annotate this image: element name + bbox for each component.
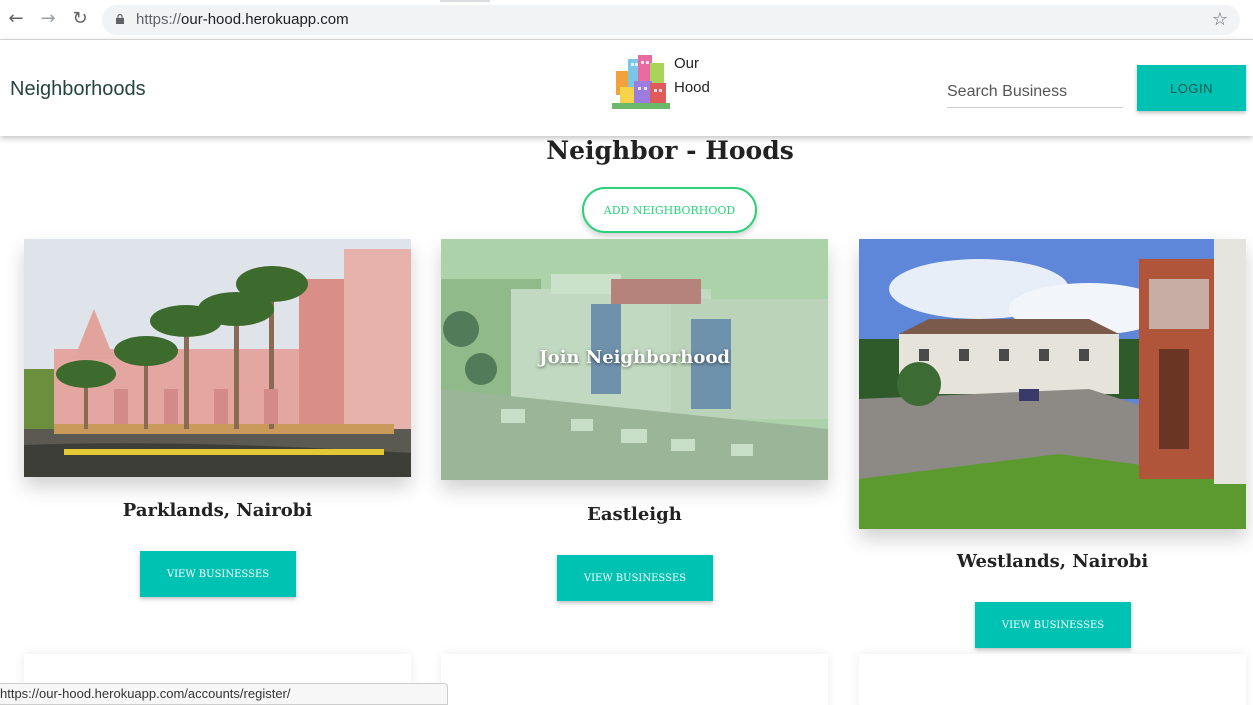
page-title: Neighbor - Hoods <box>546 136 794 165</box>
search-business-input[interactable] <box>947 76 1123 108</box>
neighborhood-name: Eastleigh <box>587 504 682 525</box>
view-businesses-button[interactable]: VIEW BUSINESSES <box>140 551 296 597</box>
neighborhood-card-parklands: Parklands, Nairobi VIEW BUSINESSES <box>24 239 411 610</box>
neighborhood-card <box>441 654 828 705</box>
neighborhood-name: Westlands, Nairobi <box>956 551 1149 572</box>
lock-icon <box>116 14 124 24</box>
arrow-left-icon[interactable]: ← <box>5 8 27 30</box>
site-header: Neighborhoods Our Hood LOGIN <box>0 40 1253 136</box>
view-businesses-button[interactable]: VIEW BUSINESSES <box>975 602 1131 648</box>
address-bar[interactable]: https://our-hood.herokuapp.com ☆ <box>102 5 1240 35</box>
neighborhood-card <box>859 654 1246 705</box>
join-neighborhood-link[interactable]: Join Neighborhood <box>441 347 828 368</box>
tab-strip <box>440 0 490 2</box>
view-businesses-button[interactable]: VIEW BUSINESSES <box>557 555 713 601</box>
arrow-right-icon[interactable]: → <box>37 8 59 30</box>
add-neighborhood-button[interactable]: ADD NEIGHBORHOOD <box>582 187 757 233</box>
neighborhood-image[interactable] <box>24 239 411 477</box>
logo-text: Our Hood <box>674 52 710 100</box>
login-button[interactable]: LOGIN <box>1137 65 1246 111</box>
logo-line-2: Hood <box>674 79 710 96</box>
url-text: https://our-hood.herokuapp.com <box>136 11 349 28</box>
neighborhood-name: Parklands, Nairobi <box>122 500 313 521</box>
city-logo-icon[interactable] <box>612 53 674 111</box>
neighborhood-card-eastleigh: Join Neighborhood Eastleigh VIEW BUSINES… <box>441 239 828 614</box>
reload-icon[interactable]: ↻ <box>69 8 91 30</box>
neighborhood-image[interactable] <box>859 239 1246 529</box>
neighborhood-image[interactable]: Join Neighborhood <box>441 239 828 480</box>
logo-line-1: Our <box>674 55 700 72</box>
browser-toolbar: ← → ↻ https://our-hood.herokuapp.com ☆ <box>0 0 1253 40</box>
star-icon[interactable]: ☆ <box>1212 9 1228 30</box>
neighborhood-card-westlands: Westlands, Nairobi VIEW BUSINESSES <box>859 239 1246 659</box>
parklands-photo <box>24 239 411 477</box>
westlands-photo <box>859 239 1246 529</box>
link-status-bar: https://our-hood.herokuapp.com/accounts/… <box>0 683 448 705</box>
brand-link[interactable]: Neighborhoods <box>10 78 146 101</box>
